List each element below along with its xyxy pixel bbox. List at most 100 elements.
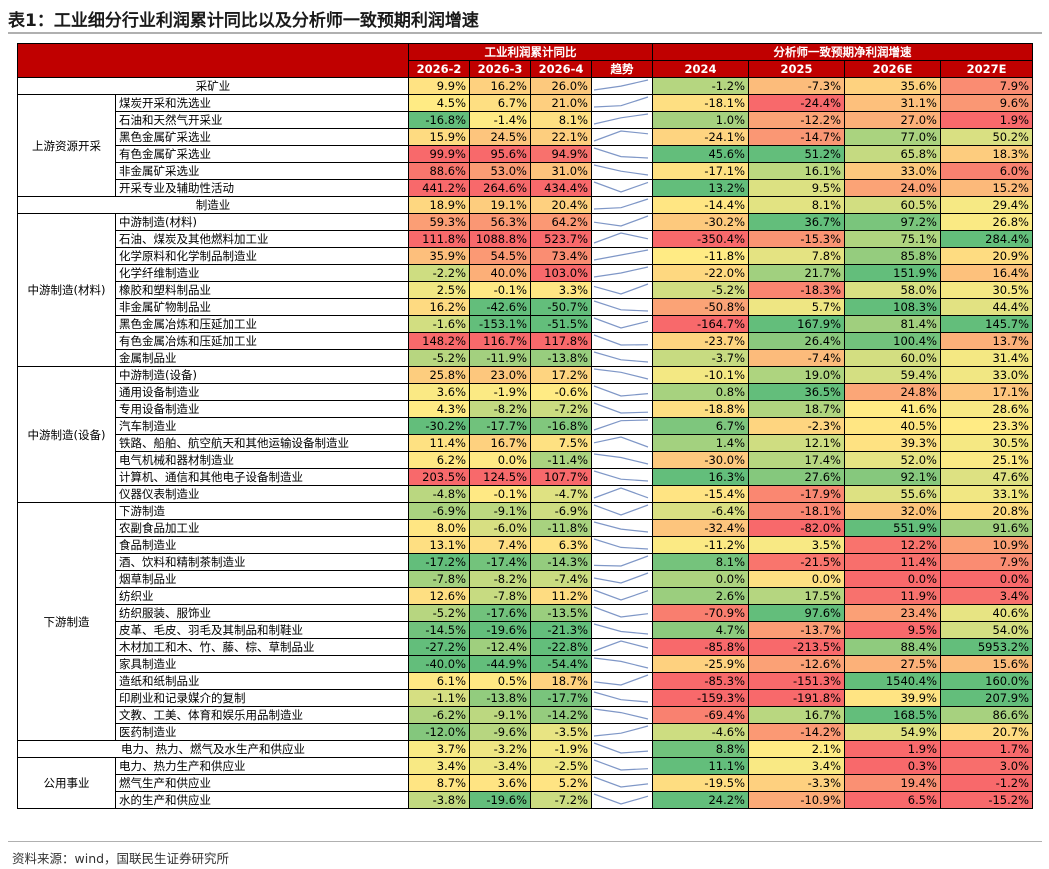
- profit-yoy-cell: 11.4%: [408, 434, 470, 452]
- sparkline-line: [593, 283, 649, 295]
- sparkline-line: [593, 538, 649, 550]
- analyst-growth-cell: 45.6%: [652, 145, 749, 163]
- table-row: 农副食品加工业 8.0% -6.0% -11.8% -32.4% -82.0% 551.9%…: [18, 519, 1033, 537]
- row-industry-name: 燃气生产和供应业: [115, 774, 409, 792]
- trend-sparkline: [591, 417, 653, 435]
- profit-yoy-cell: 11.2%: [530, 587, 592, 605]
- analyst-growth-cell: -30.0%: [652, 451, 749, 469]
- analyst-growth-cell: 1.4%: [652, 434, 749, 452]
- analyst-growth-cell: 50.2%: [940, 128, 1033, 146]
- analyst-growth-cell: 6.7%: [652, 417, 749, 435]
- analyst-growth-cell: 1.9%: [940, 111, 1033, 129]
- table-row: 上游资源开采 煤炭开采和洗选业 4.5% 6.7% 21.0% -18.1% -24.4% 3…: [17, 94, 1033, 197]
- profit-yoy-cell: 6.3%: [530, 536, 592, 554]
- row-industry-name: 非金属矿采选业: [115, 162, 409, 180]
- analyst-growth-cell: 85.8%: [844, 247, 941, 265]
- analyst-growth-cell: 30.5%: [940, 434, 1033, 452]
- profit-yoy-cell: 264.6%: [469, 179, 531, 197]
- sparkline-line: [593, 334, 649, 346]
- row-industry-name: 中游制造(材料): [115, 213, 409, 231]
- analyst-growth-cell: 15.6%: [940, 655, 1033, 673]
- sparkline-line: [593, 793, 649, 805]
- analyst-growth-cell: 1540.4%: [844, 672, 941, 690]
- profit-yoy-cell: -3.2%: [469, 740, 531, 758]
- analyst-growth-cell: 40.6%: [940, 604, 1033, 622]
- profit-yoy-cell: -12.0%: [408, 723, 470, 741]
- profit-yoy-cell: -7.8%: [469, 587, 531, 605]
- trend-sparkline: [591, 213, 653, 231]
- table-row: 非金属矿物制品业 16.2% -42.6% -50.7% -50.8% 5.7% 108.3…: [18, 298, 1033, 316]
- trend-sparkline: [591, 145, 653, 163]
- analyst-growth-cell: 100.4%: [844, 332, 941, 350]
- profit-yoy-cell: 88.6%: [408, 162, 470, 180]
- sparkline-line: [593, 147, 649, 159]
- trend-sparkline: [591, 536, 653, 554]
- analyst-growth-cell: -13.7%: [748, 621, 845, 639]
- trend-sparkline: [591, 774, 653, 792]
- sparkline-line: [593, 708, 649, 720]
- analyst-growth-cell: 145.7%: [940, 315, 1033, 333]
- profit-yoy-cell: 73.4%: [530, 247, 592, 265]
- trend-sparkline: [591, 162, 653, 180]
- analyst-growth-cell: 40.5%: [844, 417, 941, 435]
- profit-yoy-cell: 18.9%: [408, 196, 470, 214]
- analyst-growth-cell: 3.0%: [940, 757, 1033, 775]
- profit-yoy-cell: -14.2%: [530, 706, 592, 724]
- row-industry-name: 通用设备制造业: [115, 383, 409, 401]
- industry-profit-table: 工业利润累计同比 分析师一致预期净利润增速 2026-2 2026-3 2026…: [17, 43, 1033, 809]
- trend-sparkline: [591, 723, 653, 741]
- analyst-growth-cell: 17.1%: [940, 383, 1033, 401]
- row-industry-name: 仪器仪表制造业: [115, 485, 409, 503]
- sparkline-line: [593, 487, 649, 499]
- trend-sparkline: [591, 485, 653, 503]
- profit-yoy-cell: -19.6%: [469, 621, 531, 639]
- profit-yoy-cell: -3.4%: [469, 757, 531, 775]
- sparkline-line: [593, 657, 649, 669]
- row-category-total: 电力、热力、燃气及水生产和供应业: [17, 740, 409, 758]
- analyst-growth-cell: 0.0%: [940, 570, 1033, 588]
- profit-yoy-cell: 15.9%: [408, 128, 470, 146]
- profit-yoy-cell: -0.1%: [469, 281, 531, 299]
- sparkline-line: [593, 436, 649, 448]
- sparkline-line: [593, 419, 649, 431]
- row-industry-name: 木材加工和木、竹、藤、棕、草制品业: [115, 638, 409, 656]
- analyst-growth-cell: 24.0%: [844, 179, 941, 197]
- profit-yoy-cell: -11.9%: [469, 349, 531, 367]
- profit-yoy-cell: -17.7%: [530, 689, 592, 707]
- analyst-growth-cell: 8.1%: [652, 553, 749, 571]
- column-header: 2025: [748, 60, 845, 78]
- sparkline-line: [593, 198, 649, 210]
- analyst-growth-cell: 88.4%: [844, 638, 941, 656]
- analyst-growth-cell: 41.6%: [844, 400, 941, 418]
- analyst-growth-cell: -14.4%: [652, 196, 749, 214]
- table-row: 燃气生产和供应业 8.7% 3.6% 5.2% -19.5% -3.3% 19.4% -1.2…: [18, 774, 1033, 792]
- profit-yoy-cell: -5.2%: [408, 604, 470, 622]
- profit-yoy-cell: 53.0%: [469, 162, 531, 180]
- table-row: 中游制造(设备) 中游制造(设备) 25.8% 23.0% 17.2% -10.1% 19.…: [17, 366, 1033, 503]
- profit-yoy-cell: 441.2%: [408, 179, 470, 197]
- table-row: 家具制造业 -40.0% -44.9% -54.4% -25.9% -12.6% 27.5%…: [18, 655, 1033, 673]
- profit-yoy-cell: 23.0%: [469, 366, 531, 384]
- profit-yoy-cell: -1.9%: [530, 740, 592, 758]
- profit-yoy-cell: 95.6%: [469, 145, 531, 163]
- table-title: 表1：工业细分行业利润累计同比以及分析师一致预期利润增速: [8, 11, 479, 31]
- trend-sparkline: [591, 689, 653, 707]
- row-industry-name: 黑色金属矿采选业: [115, 128, 409, 146]
- profit-yoy-cell: -0.1%: [469, 485, 531, 503]
- trend-sparkline: [591, 638, 653, 656]
- profit-yoy-cell: 2.5%: [408, 281, 470, 299]
- profit-yoy-cell: 17.2%: [530, 366, 592, 384]
- analyst-growth-cell: 39.3%: [844, 434, 941, 452]
- analyst-growth-cell: 168.5%: [844, 706, 941, 724]
- analyst-growth-cell: -7.3%: [748, 77, 845, 95]
- analyst-growth-cell: 25.1%: [940, 451, 1033, 469]
- analyst-growth-cell: 28.6%: [940, 400, 1033, 418]
- table-row: 橡胶和塑料制品业 2.5% -0.1% 3.3% -5.2% -18.3% 58.0% 30.…: [18, 281, 1033, 299]
- profit-yoy-cell: -3.5%: [530, 723, 592, 741]
- row-industry-name: 印刷业和记录媒介的复制: [115, 689, 409, 707]
- profit-yoy-cell: -9.6%: [469, 723, 531, 741]
- trend-sparkline: [591, 111, 653, 129]
- analyst-growth-cell: 16.7%: [748, 706, 845, 724]
- sparkline-line: [593, 232, 649, 244]
- row-industry-name: 水的生产和供应业: [115, 791, 409, 809]
